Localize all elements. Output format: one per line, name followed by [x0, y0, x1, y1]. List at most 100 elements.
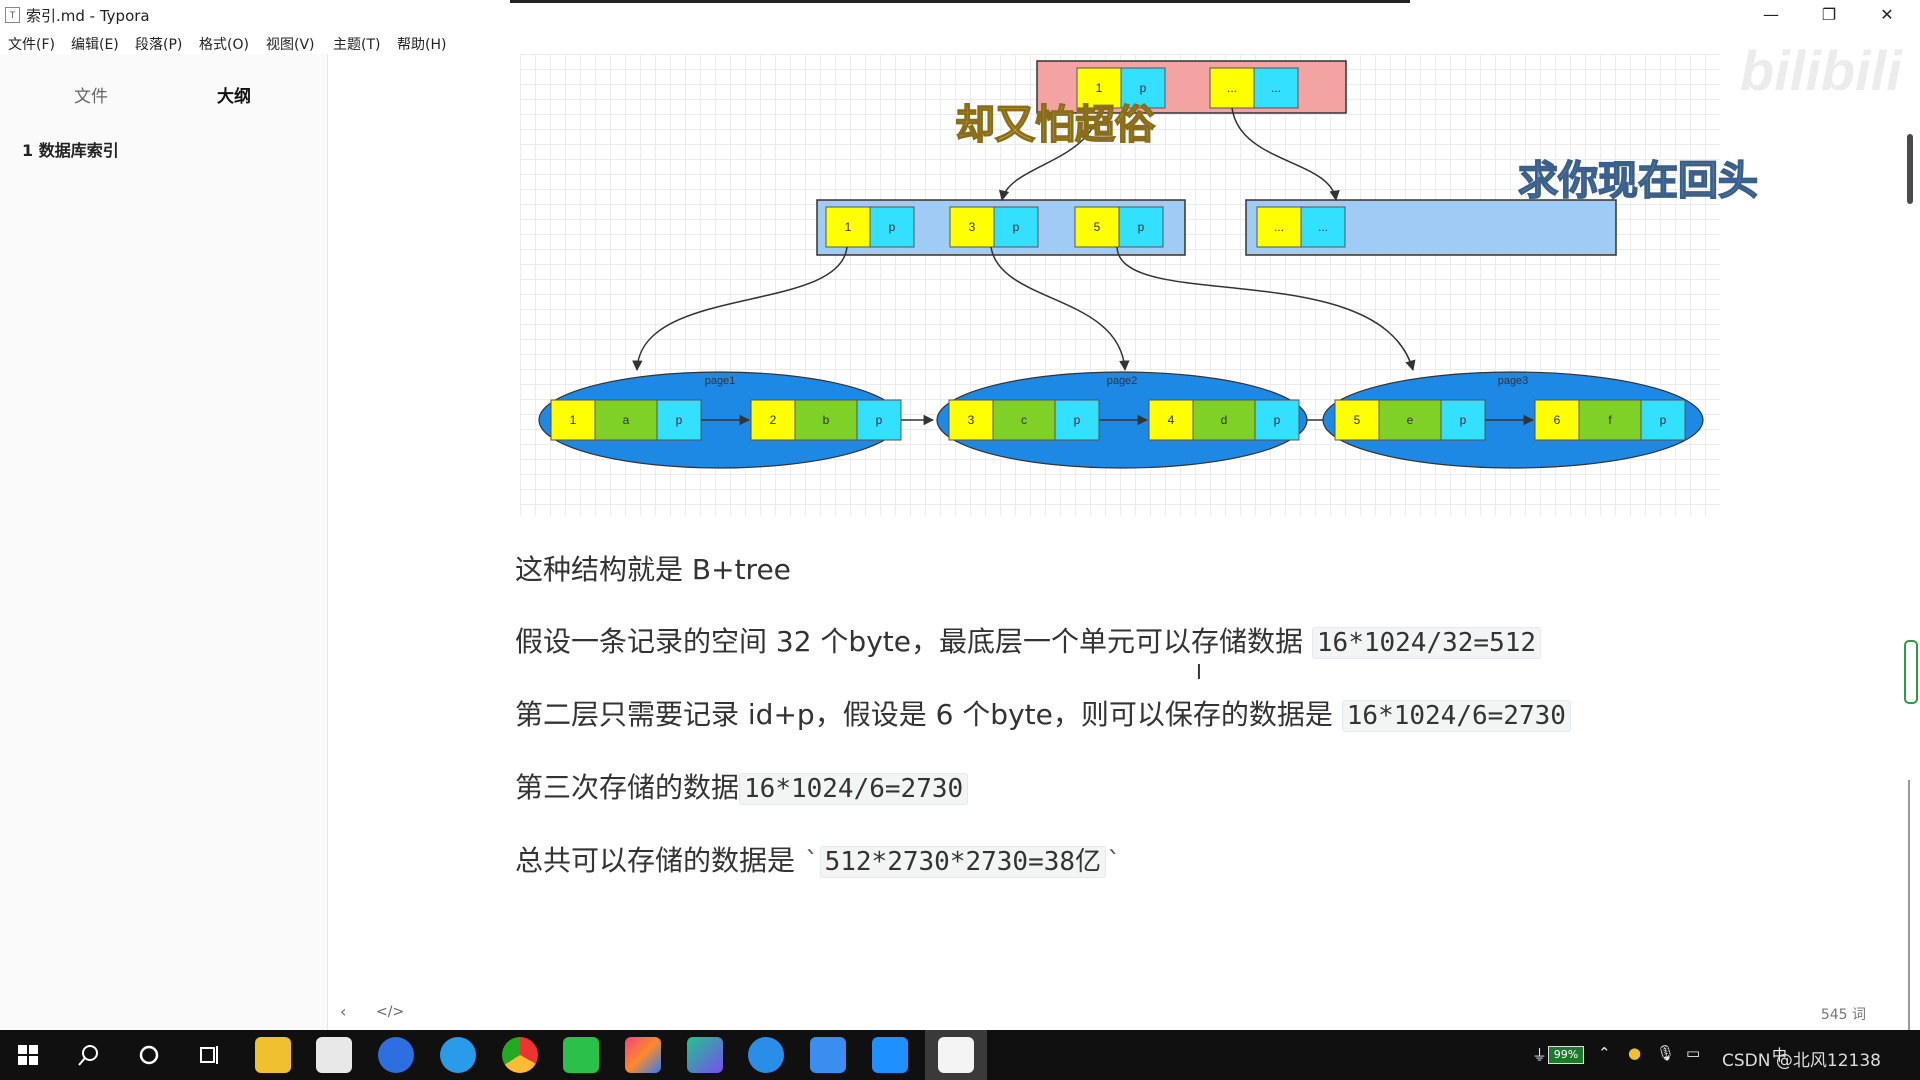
editor-scrollbar-thumb[interactable]: [1904, 640, 1918, 704]
source-mode-icon[interactable]: </>: [376, 1004, 404, 1020]
typora-app-icon: T: [5, 7, 20, 23]
leaf-page-label: page2: [1107, 375, 1138, 387]
microphone-icon[interactable]: 🎙: [1656, 1044, 1675, 1062]
datagrip-icon[interactable]: [687, 1037, 723, 1073]
record-pointer-cell-label: p: [1460, 413, 1467, 427]
paragraph-record-size[interactable]: 假设一条记录的空间 32 个byte，最底层一个单元可以存储数据 16*1024…: [515, 620, 1542, 660]
record-pointer-cell-label: p: [1274, 413, 1281, 427]
record-data-cell-label: d: [1221, 413, 1228, 427]
search-icon[interactable]: [78, 1044, 100, 1066]
inline-code: 16*1024/6=2730: [1341, 700, 1571, 732]
feishu-icon[interactable]: [748, 1037, 784, 1073]
windows-start-icon[interactable]: [18, 1045, 38, 1065]
chrome-icon[interactable]: [502, 1037, 538, 1073]
window-title: 索引.md - Typora: [26, 7, 150, 25]
inline-code: 16*1024/6=2730: [739, 773, 969, 805]
l-app-icon[interactable]: [378, 1037, 414, 1073]
inline-code: 16*1024/32=512: [1311, 627, 1542, 659]
tab-outline[interactable]: 大纲: [217, 82, 251, 107]
bilibili-watermark: bilibili: [1740, 39, 1902, 102]
record-pointer-cell-label: p: [1074, 413, 1081, 427]
paragraph-second-level[interactable]: 第二层只需要记录 id+p，假设是 6 个byte，则可以保存的数据是 16*1…: [515, 693, 1571, 733]
internal-key-cell-label: 1: [845, 220, 852, 234]
paragraph-text: 第三次存储的数据: [515, 771, 740, 804]
battery-tray-icon[interactable]: ▭: [1686, 1044, 1700, 1062]
record-pointer-cell-label: p: [876, 413, 883, 427]
edge-browser-icon[interactable]: [440, 1037, 476, 1073]
restore-button[interactable]: ❐: [1806, 0, 1852, 29]
paragraph-text: 第二层只需要记录 id+p，假设是 6 个byte，则可以保存的数据是: [515, 698, 1333, 731]
root-pointer-cell-label: ...: [1271, 81, 1281, 95]
tree-pointer-arrow: [1231, 107, 1340, 202]
paragraph-text: 这种结构就是 B+tree: [515, 553, 791, 586]
backtick: `: [1106, 847, 1122, 877]
word-count[interactable]: 545 词: [1821, 1004, 1866, 1024]
file-explorer-icon[interactable]: [255, 1037, 291, 1073]
record-pointer-cell-label: p: [676, 413, 683, 427]
record-data-cell-label: e: [1407, 413, 1414, 427]
toggle-sidebar-icon[interactable]: ‹: [340, 1002, 346, 1021]
internal-key-cell-label: 5: [1094, 220, 1101, 234]
menu-paragraph[interactable]: 段落(P): [135, 34, 182, 54]
internal-key-cell-label: ...: [1274, 220, 1284, 234]
windows-taskbar: 99% ⏚ ⌃ ● 🎙 ▭ 中 CSDN @北风12138: [0, 1030, 1920, 1080]
paragraph-text: 假设一条记录的空间 32 个byte，最底层一个单元可以存储数据: [515, 625, 1303, 658]
record-key-cell-label: 5: [1354, 413, 1361, 427]
outline-item-database-index[interactable]: 1 数据库索引: [22, 137, 119, 161]
menu-file[interactable]: 文件(F): [8, 34, 55, 54]
internal-pointer-cell-label: p: [1013, 220, 1020, 234]
menu-theme[interactable]: 主题(T): [333, 34, 380, 54]
wechat-icon[interactable]: [563, 1037, 599, 1073]
record-key-cell-label: 1: [570, 413, 577, 427]
messenger-icon[interactable]: [810, 1037, 846, 1073]
tree-pointer-arrow: [1116, 246, 1416, 372]
record-key-cell-label: 6: [1554, 413, 1561, 427]
leaf-page-label: page3: [1498, 375, 1529, 387]
internal-pointer-cell-label: p: [889, 220, 896, 234]
sidebar: 文件 大纲 1 数据库索引: [0, 54, 328, 1030]
power-plug-icon: ⏚: [1532, 1046, 1548, 1064]
danmaku-comment: 却又怕超俗: [954, 101, 1156, 149]
record-key-cell-label: 3: [968, 413, 975, 427]
menu-help[interactable]: 帮助(H): [397, 34, 446, 54]
battery-indicator[interactable]: 99%: [1548, 1046, 1584, 1064]
record-data-cell-label: a: [623, 413, 630, 427]
tray-app-icon[interactable]: ●: [1628, 1044, 1641, 1062]
paragraph-total[interactable]: 总共可以存储的数据是 ` 512*2730*2730=38亿 `: [515, 839, 1122, 879]
paragraph-third-level[interactable]: 第三次存储的数据 16*1024/6=2730: [515, 766, 969, 806]
close-button[interactable]: ✕: [1864, 0, 1910, 29]
editor-scrollbar-track: [1908, 780, 1910, 1030]
record-pointer-cell-label: p: [1660, 413, 1667, 427]
internal-pointer-cell-label: ...: [1318, 220, 1328, 234]
minimize-button[interactable]: —: [1748, 0, 1794, 29]
inline-code: 512*2730*2730=38亿: [819, 846, 1107, 878]
paragraph-text: 总共可以存储的数据是: [515, 844, 796, 877]
typora-taskbar-icon[interactable]: [938, 1037, 974, 1073]
backtick: `: [803, 847, 820, 877]
record-key-cell-label: 2: [770, 413, 777, 427]
internal-key-cell-label: 3: [969, 220, 976, 234]
tab-files[interactable]: 文件: [74, 82, 108, 107]
text-cursor-ibeam: I: [1196, 660, 1202, 684]
record-key-cell-label: 4: [1168, 413, 1175, 427]
root-key-cell-label: ...: [1227, 81, 1237, 95]
editor-status-bar: ‹ </> 545 词: [328, 994, 1908, 1030]
video-top-border: [510, 0, 1410, 3]
paragraph-btree[interactable]: 这种结构就是 B+tree: [515, 548, 791, 588]
tray-chevron-icon[interactable]: ⌃: [1598, 1044, 1611, 1062]
task-view-icon[interactable]: [198, 1044, 220, 1066]
intellij-idea-icon[interactable]: [625, 1037, 661, 1073]
record-data-cell-label: c: [1021, 413, 1027, 427]
video-scroll-indicator: [1907, 134, 1913, 204]
menu-format[interactable]: 格式(O): [199, 34, 249, 54]
video-player-icon[interactable]: [872, 1037, 908, 1073]
store-icon[interactable]: [316, 1037, 352, 1073]
menu-edit[interactable]: 编辑(E): [71, 34, 119, 54]
csdn-watermark: CSDN @北风12138: [1722, 1051, 1881, 1071]
leaf-page-label: page1: [705, 375, 736, 387]
tree-pointer-arrow: [990, 246, 1130, 372]
menu-view[interactable]: 视图(V): [266, 34, 315, 54]
danmaku-comment: 求你现在回头: [1517, 157, 1759, 205]
internal-pointer-cell-label: p: [1138, 220, 1145, 234]
cortana-icon[interactable]: [138, 1044, 160, 1066]
